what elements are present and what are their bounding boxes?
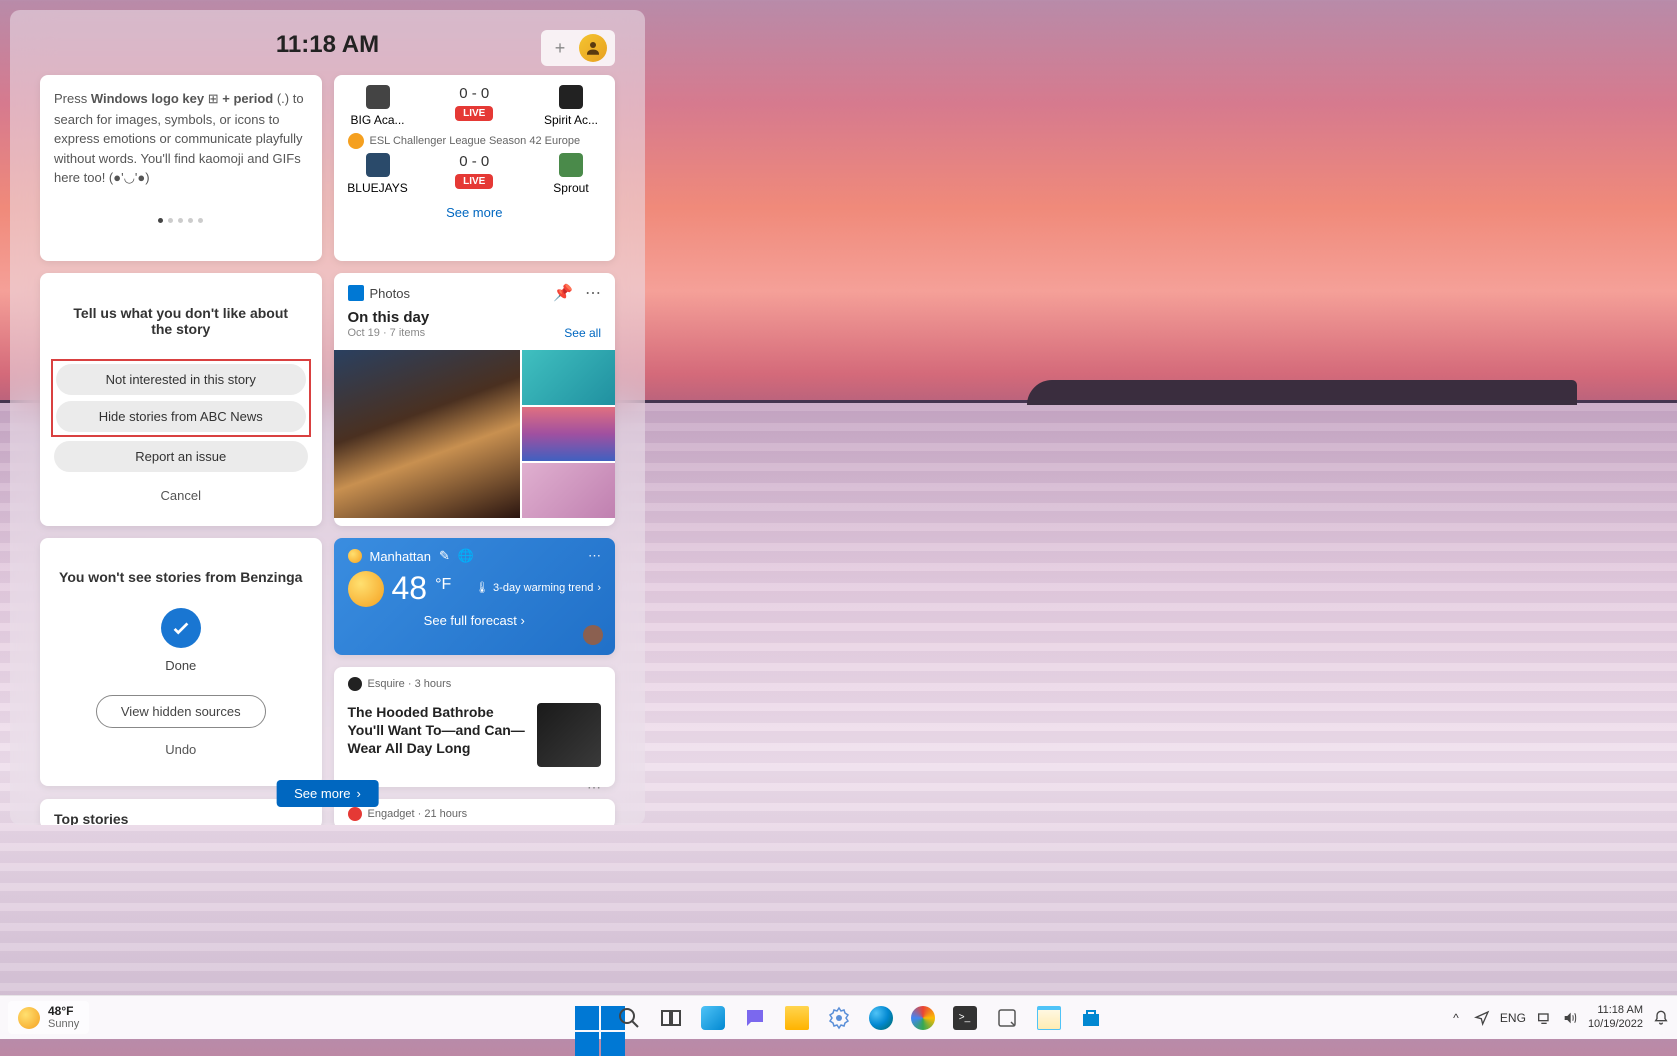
notepad-icon[interactable] <box>1030 999 1068 1037</box>
chevron-right-icon: › <box>357 786 361 801</box>
file-explorer-icon[interactable] <box>778 999 816 1037</box>
language-indicator[interactable]: ENG <box>1500 1011 1526 1025</box>
cancel-link[interactable]: Cancel <box>54 488 308 503</box>
edit-icon[interactable]: ✎ <box>439 548 450 564</box>
tips-widget: Press Windows logo key ⊞ + period (.) to… <box>40 75 322 261</box>
weather-icon <box>348 549 362 563</box>
thermometer-icon: 🌡 <box>475 582 489 595</box>
sun-icon <box>18 1007 40 1029</box>
report-issue-button[interactable]: Report an issue <box>54 441 308 472</box>
see-more-button[interactable]: See more› <box>276 780 379 807</box>
photo-thumbnail[interactable] <box>334 350 520 518</box>
checkmark-icon <box>161 608 201 648</box>
news-card[interactable]: Esquire · 3 hours The Hooded Bathrobe Yo… <box>334 667 616 787</box>
store-icon[interactable] <box>1072 999 1110 1037</box>
photos-widget[interactable]: Photos 📌 ⋯ On this day Oct 19 · 7 items … <box>334 273 616 526</box>
photo-thumbnail[interactable] <box>522 463 615 518</box>
photo-thumbnail[interactable] <box>522 407 615 462</box>
see-more-link[interactable]: See more <box>348 205 602 220</box>
photos-heading: On this day <box>348 309 602 326</box>
source-icon <box>348 807 362 821</box>
news-thumbnail <box>537 703 601 767</box>
pin-icon[interactable]: 📌 <box>553 283 573 303</box>
globe-icon[interactable]: 🌐 <box>458 548 474 564</box>
taskbar-weather[interactable]: 48°F Sunny <box>8 1001 89 1034</box>
widgets-icon[interactable] <box>694 999 732 1037</box>
feedback-title: Tell us what you don't like about the st… <box>64 305 298 337</box>
sun-icon <box>348 571 384 607</box>
settings-icon[interactable] <box>820 999 858 1037</box>
story-feedback-widget: Tell us what you don't like about the st… <box>40 273 322 526</box>
undo-link[interactable]: Undo <box>54 742 308 757</box>
browser-icon[interactable] <box>904 999 942 1037</box>
more-icon[interactable]: ⋯ <box>585 283 601 303</box>
view-hidden-sources-button[interactable]: View hidden sources <box>96 695 266 728</box>
live-badge: LIVE <box>455 106 493 121</box>
see-all-link[interactable]: See all <box>564 326 601 340</box>
network-icon[interactable] <box>1536 1010 1552 1026</box>
hidden-title: You won't see stories from Benzinga <box>54 568 308 588</box>
weather-widget[interactable]: Manhattan ✎ 🌐 ⋯ 48 °F 🌡3-day warming tre… <box>334 538 616 655</box>
more-icon[interactable]: ⋯ <box>588 548 601 564</box>
taskbar-clock[interactable]: 11:18 AM 10/19/2022 <box>1588 1004 1643 1030</box>
panel-time: 11:18 AM <box>276 31 379 59</box>
chevron-right-icon[interactable]: › <box>597 582 601 595</box>
forecast-link[interactable]: See full forecast › <box>348 613 602 628</box>
hidden-source-widget: You won't see stories from Benzinga Done… <box>40 538 322 786</box>
user-avatar[interactable] <box>579 34 607 62</box>
pager-dots[interactable] <box>54 218 308 223</box>
more-icon[interactable]: ⋯ <box>587 779 601 796</box>
photos-app-icon <box>348 285 364 301</box>
start-button[interactable] <box>568 999 606 1037</box>
edge-icon[interactable] <box>862 999 900 1037</box>
hide-source-button[interactable]: Hide stories from ABC News <box>56 401 306 432</box>
photo-thumbnail[interactable] <box>522 350 615 405</box>
highlight-box: Not interested in this story Hide storie… <box>51 359 311 437</box>
live-badge: LIVE <box>455 174 493 189</box>
volume-icon[interactable] <box>1562 1010 1578 1026</box>
location-icon[interactable] <box>1474 1010 1490 1026</box>
search-icon[interactable] <box>610 999 648 1037</box>
chat-icon[interactable] <box>736 999 774 1037</box>
snipping-tool-icon[interactable] <box>988 999 1026 1037</box>
league-icon <box>348 133 364 149</box>
add-widget-button[interactable]: + <box>549 37 571 59</box>
source-icon <box>348 677 362 691</box>
widgets-panel: 11:18 AM + Press Windows logo key ⊞ + pe… <box>10 10 645 825</box>
esports-widget[interactable]: BIG Aca... 0 - 0LIVE Spirit Ac... ESL Ch… <box>334 75 616 261</box>
notifications-icon[interactable] <box>1653 1010 1669 1026</box>
coffee-icon[interactable] <box>583 625 603 645</box>
terminal-icon[interactable]: >_ <box>946 999 984 1037</box>
taskbar: 48°F Sunny >_ ^ ENG 11:18 AM 10/19/2022 <box>0 995 1677 1039</box>
chevron-up-icon[interactable]: ^ <box>1448 1010 1464 1026</box>
task-view-icon[interactable] <box>652 999 690 1037</box>
not-interested-button[interactable]: Not interested in this story <box>56 364 306 395</box>
